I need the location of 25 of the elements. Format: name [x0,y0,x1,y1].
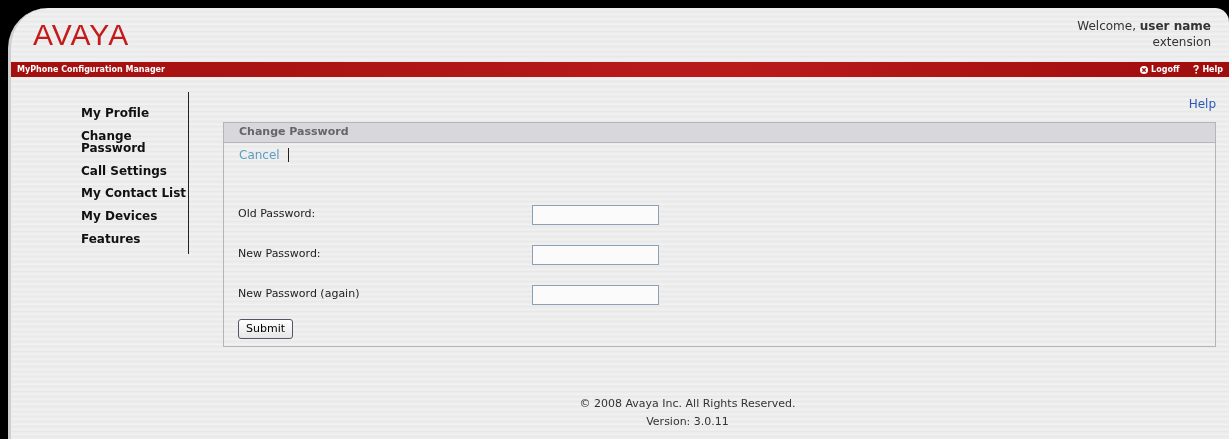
password-field[interactable] [532,284,659,305]
toolbar-link[interactable]: Logoff [1140,63,1180,76]
field-label: New Password: [238,246,322,263]
submit-button[interactable]: Submit [238,318,294,339]
logo: AVAYA [33,20,130,53]
password-field[interactable] [532,244,659,265]
close-icon [1140,65,1149,74]
field-label: New Password (again) [238,286,361,303]
toolbar-link[interactable]: Help [1193,63,1223,76]
sidebar-item[interactable]: Change Password [81,129,189,155]
sidebar-item[interactable]: My Contact List [81,187,189,200]
sidebar-item[interactable]: Call Settings [81,164,189,178]
question-icon [1193,65,1200,74]
sidebar-item[interactable]: My Profile [81,107,189,120]
footer-text: Version: 3.0.11 [646,415,729,428]
field-label: Old Password: [238,206,317,223]
footer-text: © 2008 Avaya Inc. All Rights Reserved. [579,397,796,410]
sidebar-item[interactable]: My Devices [81,209,189,223]
password-field[interactable] [532,204,659,225]
extension-text: extension [1151,34,1211,52]
welcome-text: Welcome, user name [1077,20,1211,34]
help-link[interactable]: Help [189,95,1216,113]
panel-title: Change Password [224,123,1215,143]
sidebar-item[interactable]: Features [81,232,189,246]
app-title: MyPhone Configuration Manager [17,63,165,76]
